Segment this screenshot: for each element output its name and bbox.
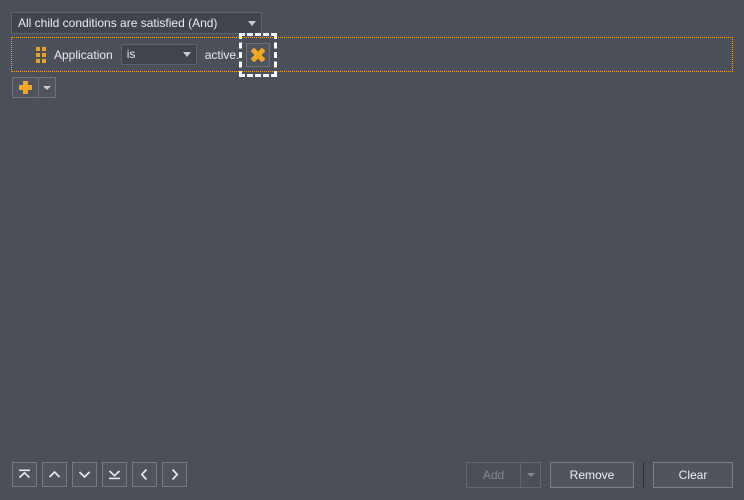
chevron-left-icon (140, 468, 148, 481)
condition-operator-combobox[interactable]: is (120, 44, 197, 65)
clear-button[interactable]: Clear (653, 462, 733, 488)
move-up-button[interactable] (42, 462, 67, 487)
add-button[interactable]: Add (466, 462, 521, 488)
add-condition-dropdown-button[interactable] (39, 77, 56, 98)
move-to-top-button[interactable] (12, 462, 37, 487)
chevron-down-icon (43, 85, 51, 90)
add-dropdown-button[interactable] (521, 462, 541, 488)
move-down-button[interactable] (72, 462, 97, 487)
close-icon (251, 48, 265, 62)
chevron-down-bar-icon (108, 470, 121, 480)
node-navigation-toolbar (12, 462, 187, 487)
condition-field-label[interactable]: Application (54, 48, 113, 62)
group-operator-combobox[interactable]: All child conditions are satisfied (And) (11, 12, 262, 34)
move-to-bottom-button[interactable] (102, 462, 127, 487)
delete-condition-button[interactable] (246, 42, 271, 67)
add-condition-split-button (12, 77, 56, 98)
plus-icon (19, 81, 32, 94)
indent-button[interactable] (162, 462, 187, 487)
remove-button[interactable]: Remove (550, 462, 634, 488)
drag-handle-icon[interactable] (34, 46, 48, 63)
outdent-button[interactable] (132, 462, 157, 487)
chevron-up-bar-icon (18, 469, 31, 479)
chevron-down-icon[interactable] (243, 13, 261, 33)
condition-builder-panel: All child conditions are satisfied (And)… (0, 0, 744, 500)
chevron-down-icon[interactable] (178, 45, 196, 64)
group-operator-value: All child conditions are satisfied (And) (18, 16, 218, 30)
chevron-right-icon (171, 468, 179, 481)
toolbar-separator (643, 462, 644, 488)
condition-operator-value: is (126, 47, 136, 61)
add-condition-button[interactable] (12, 77, 39, 98)
condition-value-text[interactable]: active. (205, 48, 240, 62)
delete-condition-wrapper (239, 33, 278, 77)
chevron-down-icon (526, 473, 535, 477)
condition-row[interactable]: Application is active. (11, 33, 733, 77)
chevron-down-icon (78, 471, 91, 479)
chevron-up-icon (48, 470, 61, 478)
action-toolbar: Add Remove Clear (466, 462, 733, 488)
